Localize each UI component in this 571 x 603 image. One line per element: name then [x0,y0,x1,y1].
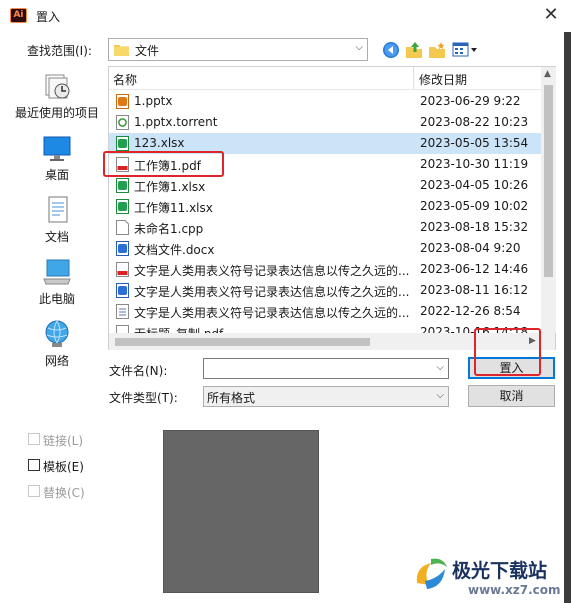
place-label-computer: 此电脑 [38,292,75,306]
file-name: 未命名1.cpp [134,222,204,236]
file-date: 2023-08-04 9:20 [420,241,521,255]
file-name: 1.pptx [134,94,173,108]
scroll-up-icon[interactable]: ▲ [544,69,551,79]
up-folder-icon[interactable] [405,41,423,59]
txt-file-icon [116,304,129,319]
file-date: 2023-04-05 10:26 [420,178,529,192]
file-name: 文档文件.docx [134,243,215,257]
file-date: 2023-08-11 16:12 [420,283,529,297]
documents-icon [48,196,68,223]
recent-icon [45,74,70,99]
computer-icon [43,259,71,285]
look-in-dropdown[interactable]: 文件 ⌵ [108,38,368,61]
file-name: 文字是人类用表义符号记录表达信息以传之久远的... [134,306,409,320]
dialog-title: 置入 [36,10,61,24]
link-checkbox[interactable] [28,433,40,445]
file-row[interactable]: 1.pptx 2023-06-29 9:22 [109,91,541,112]
xlsx-file-icon [116,136,129,151]
places-bar: 最近使用的项目 桌面 文档 此电脑 网络 [10,65,104,395]
place-desktop[interactable]: 桌面 [10,133,104,183]
pdf-file-icon [116,262,129,277]
place-label-recent: 最近使用的项目 [14,106,99,120]
network-icon [45,320,69,347]
file-type-value: 所有格式 [207,391,256,405]
file-date: 2023-08-18 15:32 [420,220,529,234]
background-edge [564,32,571,603]
file-row[interactable]: 1.pptx.torrent 2023-08-22 10:23 [109,112,541,133]
blank-file-icon [116,220,129,235]
highlight-box-button [474,328,541,376]
docx-file-icon [116,241,129,256]
file-type-label: 文件类型(T): [109,391,178,405]
link-label: 链接(L) [43,434,84,448]
file-name-input[interactable]: ⌵ [203,358,449,379]
title-bar: Ai 置入 ✕ [0,0,571,32]
file-name: 工作簿11.xlsx [134,201,213,215]
vertical-scroll-thumb[interactable] [544,85,553,277]
file-name: 文字是人类用表义符号记录表达信息以传之久远的... [134,264,409,278]
file-row[interactable]: 工作簿1.xlsx 2023-04-05 10:26 [109,175,541,196]
file-row[interactable]: 文字是人类用表义符号记录表达信息以传之久远的... 2023-08-11 16:1… [109,280,541,301]
file-list[interactable]: 名称 修改日期 1.pptx 2023-06-29 9:22 1.pptx.torr… [108,66,556,350]
pdf-file-icon [116,325,129,333]
watermark-text: 极光下载站 [452,560,548,582]
place-label-desktop: 桌面 [44,168,69,182]
place-label-network: 网络 [44,354,69,368]
watermark-url: www.xz7.com [468,583,561,597]
file-name-label: 文件名(N): [109,364,168,378]
replace-label: 替换(C) [43,486,85,500]
place-label-documents: 文档 [44,230,69,244]
xlsx-file-icon [116,178,129,193]
file-date: 2023-08-22 10:23 [420,115,529,129]
file-row[interactable]: 文档文件.docx 2023-08-04 9:20 [109,238,541,259]
highlight-box-file [103,151,224,177]
docx-file-icon [116,283,129,298]
vertical-scrollbar[interactable]: ▲ [541,67,556,333]
place-recent[interactable]: 最近使用的项目 [10,71,104,121]
file-date: 2023-05-09 10:02 [420,199,529,213]
file-name: 工作簿1.xlsx [134,180,206,194]
template-label: 模板(E) [43,460,84,474]
close-button[interactable]: ✕ [540,3,562,27]
file-date: 2022-12-26 8:54 [420,304,521,318]
replace-checkbox[interactable] [28,485,40,497]
template-checkbox[interactable] [28,459,40,471]
file-date: 2023-10-30 11:19 [420,157,529,171]
file-rows: 1.pptx 2023-06-29 9:22 1.pptx.torrent 2023-… [109,67,541,333]
cancel-button[interactable]: 取消 [468,385,555,407]
folder-icon [114,45,129,56]
file-name: 文字是人类用表义符号记录表达信息以传之久远的... [134,285,409,299]
file-name: 无标题_复制.pdf [134,325,409,333]
desktop-icon [43,136,71,161]
file-type-dropdown[interactable]: 所有格式 ⌵ [203,386,449,407]
horizontal-scroll-thumb[interactable] [115,338,370,346]
file-name: 1.pptx.torrent [134,115,218,129]
file-date: 2023-05-05 13:54 [420,136,529,150]
file-row[interactable]: 文字是人类用表义符号记录表达信息以传之久远的... 2022-12-26 8:54 [109,301,541,322]
place-network[interactable]: 网络 [10,319,104,369]
chevron-down-icon: ⌵ [436,390,444,401]
illustrator-app-icon: Ai [10,8,27,23]
back-icon[interactable] [382,41,400,59]
file-row[interactable]: 未命名1.cpp 2023-08-18 15:32 [109,217,541,238]
xlsx-file-icon [116,199,129,214]
torrent-file-icon [116,115,129,130]
preview-area [163,430,319,593]
view-menu-icon[interactable] [452,41,478,59]
new-folder-icon[interactable] [428,41,446,59]
watermark-logo-icon [416,558,447,589]
look-in-value: 文件 [135,44,160,58]
place-documents[interactable]: 文档 [10,195,104,245]
chevron-down-icon: ⌵ [355,42,363,53]
look-in-label: 查找范围(I): [27,44,92,58]
file-row[interactable]: 文字是人类用表义符号记录表达信息以传之久远的... 2023-06-12 14:4… [109,259,541,280]
file-row[interactable]: 工作簿11.xlsx 2023-05-09 10:02 [109,196,541,217]
place-computer[interactable]: 此电脑 [10,257,104,307]
file-date: 2023-06-29 9:22 [420,94,521,108]
pptx-file-icon [116,94,129,109]
file-name: 123.xlsx [134,136,185,150]
chevron-down-icon[interactable]: ⌵ [436,362,444,373]
file-date: 2023-06-12 14:46 [420,262,529,276]
